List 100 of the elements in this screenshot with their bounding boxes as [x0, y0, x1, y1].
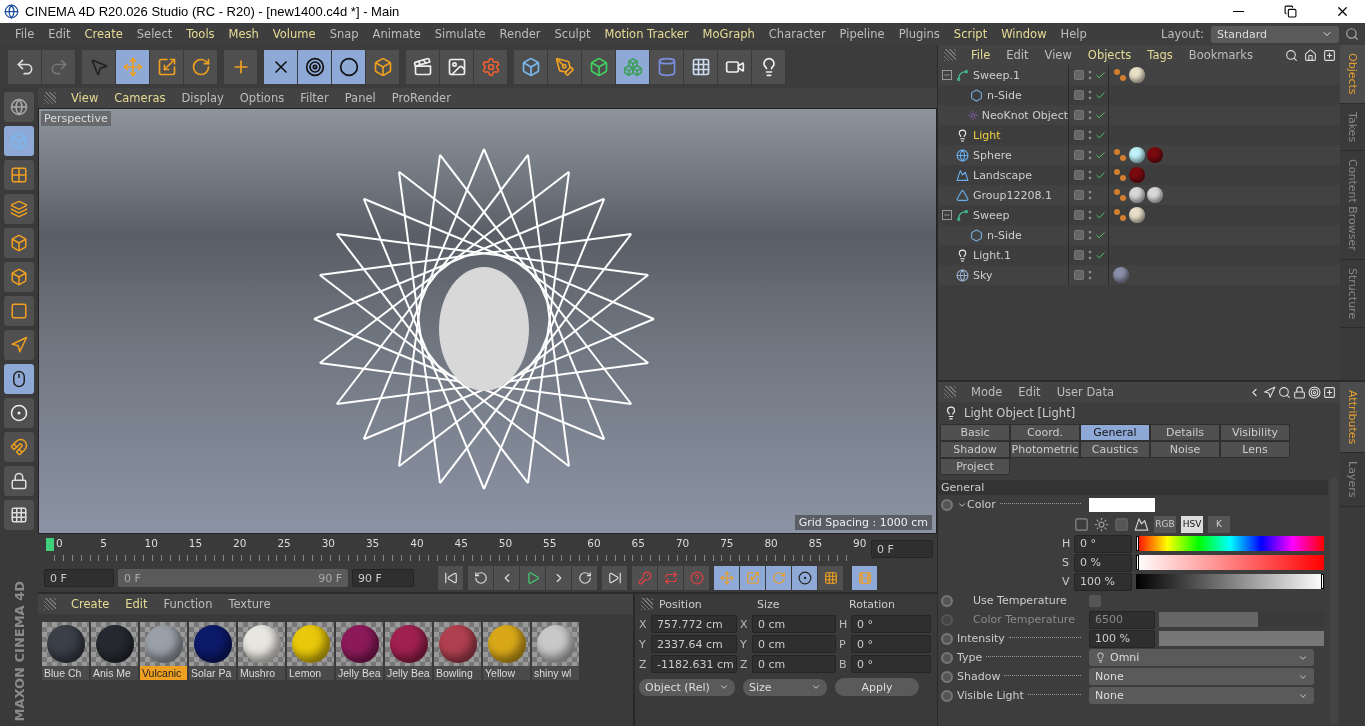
color-swatch[interactable] [1089, 497, 1155, 512]
grip-handle[interactable] [944, 49, 956, 61]
mode-button[interactable] [4, 262, 34, 292]
toolbar-button[interactable] [440, 49, 474, 84]
menu-item[interactable]: Cameras [107, 91, 173, 105]
toolbar-button[interactable] [332, 49, 366, 84]
visibility-dots-icon[interactable] [1088, 149, 1092, 161]
material-tag[interactable] [1147, 187, 1163, 203]
attribute-tab[interactable]: Visibility [1220, 424, 1290, 441]
visibility-dots-icon[interactable] [1088, 169, 1092, 181]
animate-toggle[interactable] [941, 670, 953, 683]
menu-item[interactable]: Tags [1140, 48, 1180, 62]
previous-frame-button[interactable] [494, 566, 520, 590]
material-item[interactable]: Vulcanic [140, 622, 187, 680]
channel-field[interactable]: 100 % [1074, 572, 1132, 591]
grip-handle[interactable] [641, 598, 653, 610]
material-tag[interactable] [1129, 187, 1145, 203]
visibility-dots-icon[interactable] [1088, 209, 1092, 221]
menu-item[interactable]: Bookmarks [1181, 48, 1260, 62]
menu-item[interactable]: Render [492, 27, 548, 41]
new-panel-icon[interactable] [1323, 48, 1336, 62]
viewport[interactable]: Perspective Grid Spacing : 1000 cm [38, 108, 937, 534]
attribute-tab[interactable]: Shadow [940, 441, 1010, 458]
attribute-tab[interactable]: Coord. [1010, 424, 1080, 441]
size-field[interactable]: 0 cm [752, 635, 836, 653]
menu-item[interactable]: Edit [118, 597, 155, 611]
key-points-button[interactable] [818, 566, 844, 590]
apply-button[interactable]: Apply [835, 678, 919, 696]
position-field[interactable]: 757.772 cm [651, 615, 737, 633]
visibility-dots-icon[interactable] [1088, 89, 1092, 101]
lock-icon[interactable] [1293, 385, 1306, 399]
object-row[interactable]: Sky [938, 265, 1340, 285]
menu-item[interactable]: Create [64, 597, 117, 611]
visibility-dots-icon[interactable] [1088, 69, 1092, 81]
toolbar-button[interactable] [548, 49, 582, 84]
material-item[interactable]: Bowling [434, 622, 481, 680]
grip-handle[interactable] [944, 386, 956, 398]
color-mode-button[interactable]: RGB [1154, 515, 1176, 533]
next-key-button[interactable] [572, 566, 598, 590]
autokey-button[interactable] [658, 566, 684, 590]
channel-slider[interactable] [1136, 555, 1324, 570]
menu-item[interactable]: Options [232, 91, 292, 105]
menu-item[interactable]: Mesh [221, 27, 266, 41]
toolbar-button[interactable] [298, 49, 332, 84]
object-row[interactable]: Sphere [938, 145, 1340, 165]
material-item[interactable]: Jelly Bea [336, 622, 383, 680]
menu-item[interactable]: Edit [41, 27, 78, 41]
home-icon[interactable] [1304, 48, 1317, 62]
attribute-tab[interactable]: Basic [940, 424, 1010, 441]
layout-dropdown[interactable]: Standard [1211, 25, 1339, 43]
play-button[interactable] [520, 566, 546, 590]
coordinate-mode-dropdown[interactable]: Object (Rel) [639, 678, 735, 696]
animate-toggle[interactable] [941, 632, 953, 645]
menu-item[interactable]: View [64, 91, 106, 105]
toolbar-button[interactable] [684, 49, 718, 84]
toolbar-button[interactable] [582, 49, 616, 84]
menu-item[interactable]: Window [994, 27, 1054, 41]
mode-button[interactable] [4, 194, 34, 224]
channel-slider[interactable] [1136, 574, 1324, 589]
menu-item[interactable]: Simulate [427, 27, 493, 41]
menu-item[interactable]: Volume [265, 27, 323, 41]
toolbar-button[interactable] [116, 49, 150, 84]
go-to-end-button[interactable] [602, 566, 628, 590]
material-item[interactable]: Blue Ch [42, 622, 89, 680]
menu-item[interactable]: Create [77, 27, 130, 41]
menu-item[interactable]: Panel [337, 91, 383, 105]
color-mode-button[interactable]: HSV [1181, 515, 1203, 533]
current-frame-field[interactable]: 0 F [871, 540, 933, 558]
menu-item[interactable]: Objects [1080, 48, 1139, 62]
menu-item[interactable]: Motion Tracker [597, 27, 696, 41]
grip-handle[interactable] [44, 92, 56, 104]
menu-item[interactable]: Animate [365, 27, 428, 41]
menu-item[interactable]: Character [761, 27, 833, 41]
dropdown[interactable]: Omni [1089, 649, 1314, 666]
menu-item[interactable]: File [8, 27, 42, 41]
object-row[interactable]: n-Side [938, 225, 1340, 245]
expander-icon[interactable] [942, 210, 952, 220]
search-icon[interactable] [1285, 48, 1298, 62]
image-picker-icon[interactable] [1134, 516, 1149, 532]
animate-toggle[interactable] [941, 689, 953, 702]
menu-item[interactable]: Function [156, 597, 220, 611]
object-row[interactable]: Group12208.1 [938, 185, 1340, 205]
checkmark-icon[interactable] [1095, 169, 1106, 181]
up-arrow-icon[interactable] [1263, 385, 1276, 399]
visibility-dots-icon[interactable] [1088, 249, 1092, 261]
mode-button[interactable] [4, 364, 34, 394]
menu-item[interactable]: Select [129, 27, 180, 41]
menu-item[interactable]: Plugins [891, 27, 947, 41]
start-frame-field[interactable]: 0 F [44, 569, 114, 587]
menu-item[interactable]: Script [946, 27, 995, 41]
attribute-tab[interactable]: Lens [1220, 441, 1290, 458]
attribute-tab[interactable]: General [1080, 424, 1150, 441]
checkmark-icon[interactable] [1095, 109, 1106, 121]
rotation-field[interactable]: 0 ° [851, 655, 931, 673]
checkmark-icon[interactable] [1095, 129, 1106, 141]
mode-button[interactable] [4, 466, 34, 496]
toolbar-button[interactable] [150, 49, 184, 84]
intensity-field[interactable]: 100 % [1089, 629, 1155, 648]
menu-item[interactable]: User Data [1049, 385, 1121, 399]
help-button[interactable] [684, 566, 710, 590]
